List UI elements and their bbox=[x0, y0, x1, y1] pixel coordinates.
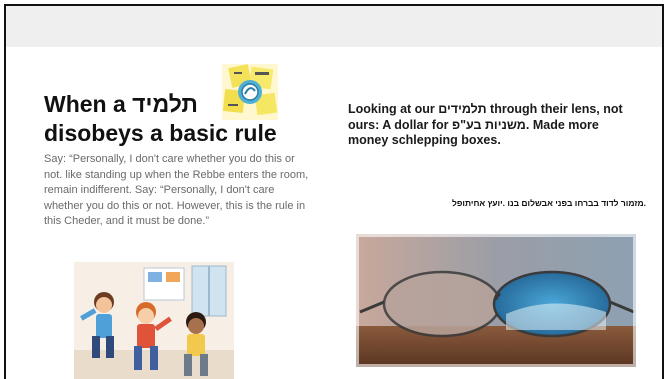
left-body-text: Say: “Personally, I don't care whether y… bbox=[44, 153, 309, 227]
right-subtitle: .מזמור לדוד בברחו בפני אבשלום בנו .יועץ … bbox=[452, 198, 646, 208]
right-heading: Looking at our תלמידים through their len… bbox=[348, 102, 623, 147]
left-heading: When a תלמיד disobeys a basic rule bbox=[44, 90, 324, 148]
sticky-notes-rules-icon bbox=[222, 64, 278, 120]
slide-frame: When a תלמיד disobeys a basic rule Say: … bbox=[4, 4, 664, 379]
slide-top-bar bbox=[6, 6, 662, 47]
left-heading-line1: When a תלמיד bbox=[44, 91, 198, 117]
kids-playing-illustration bbox=[74, 262, 234, 379]
eyeglasses-on-table-photo bbox=[356, 234, 636, 367]
left-heading-line2: disobeys a basic rule bbox=[44, 120, 277, 146]
